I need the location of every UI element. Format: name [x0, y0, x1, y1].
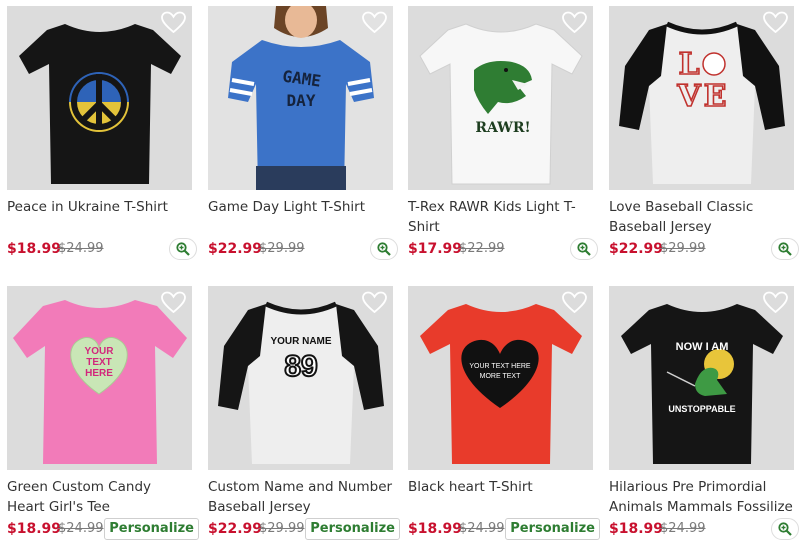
svg-text:YOUR: YOUR [85, 346, 115, 357]
personalize-button[interactable]: Personalize [505, 518, 600, 540]
sale-price: $18.99 [408, 521, 463, 537]
product-card[interactable]: RAWR! T-Rex RAWR Kids Light T-Shirt $17.… [408, 6, 598, 272]
svg-text:UNSTOPPABLE: UNSTOPPABLE [668, 404, 735, 414]
product-card[interactable]: Peace in Ukraine T-Shirt $18.99 $24.99 [7, 6, 197, 272]
sale-price: $22.99 [609, 241, 664, 257]
product-title[interactable]: Custom Name and Number Baseball Jersey [208, 477, 393, 517]
favorite-heart-icon[interactable] [763, 291, 788, 314]
svg-text:MORE TEXT: MORE TEXT [480, 373, 521, 380]
svg-text:RAWR!: RAWR! [475, 120, 530, 136]
product-title[interactable]: Love Baseball Classic Baseball Jersey [609, 197, 794, 237]
svg-text:YOUR NAME: YOUR NAME [270, 336, 331, 347]
product-image[interactable] [7, 6, 192, 190]
original-price: $24.99 [58, 241, 104, 256]
favorite-heart-icon[interactable] [362, 291, 387, 314]
svg-text:V: V [676, 79, 701, 114]
product-title[interactable]: T-Rex RAWR Kids Light T-Shirt [408, 197, 593, 237]
original-price: $29.99 [259, 521, 305, 536]
price-row: $18.99 $24.99 [609, 518, 799, 540]
favorite-heart-icon[interactable] [161, 291, 186, 314]
svg-text:DAY: DAY [287, 91, 316, 110]
product-image[interactable]: YOUR TEXT HERE MORE TEXT [408, 286, 593, 470]
original-price: $22.99 [459, 241, 505, 256]
svg-text:TEXT: TEXT [86, 357, 112, 368]
zoom-in-icon [577, 242, 591, 256]
price-row: $18.99 $24.99 Personalize [408, 518, 600, 540]
quick-view-button[interactable] [370, 238, 398, 260]
sale-price: $18.99 [609, 521, 664, 537]
product-image[interactable]: L V E [609, 6, 794, 190]
original-price: $24.99 [660, 521, 706, 536]
price-row: $18.99 $24.99 Personalize [7, 518, 199, 540]
favorite-heart-icon[interactable] [562, 291, 587, 314]
product-title[interactable]: Black heart T-Shirt [408, 477, 593, 497]
price-row: $18.99 $24.99 [7, 238, 197, 260]
zoom-in-icon [377, 242, 391, 256]
svg-text:NOW I AM: NOW I AM [676, 341, 729, 353]
price-row: $22.99 $29.99 [208, 238, 398, 260]
product-title[interactable]: Hilarious Pre Primordial Animals Mammals… [609, 477, 794, 517]
favorite-heart-icon[interactable] [763, 11, 788, 34]
svg-text:YOUR TEXT HERE: YOUR TEXT HERE [469, 363, 531, 370]
quick-view-button[interactable] [570, 238, 598, 260]
personalize-button[interactable]: Personalize [104, 518, 199, 540]
favorite-heart-icon[interactable] [362, 11, 387, 34]
price-row: $17.99 $22.99 [408, 238, 598, 260]
favorite-heart-icon[interactable] [161, 11, 186, 34]
product-image[interactable]: YOUR NAME 89 [208, 286, 393, 470]
product-card[interactable]: YOUR TEXT HERE Green Custom Candy Heart … [7, 286, 199, 552]
zoom-in-icon [778, 242, 792, 256]
original-price: $24.99 [58, 521, 104, 536]
personalize-button[interactable]: Personalize [305, 518, 400, 540]
zoom-in-icon [778, 522, 792, 536]
sale-price: $18.99 [7, 241, 62, 257]
sale-price: $18.99 [7, 521, 62, 537]
product-card[interactable]: NOW I AM UNSTOPPABLE Hilarious Pre Primo… [609, 286, 799, 552]
product-title[interactable]: Game Day Light T-Shirt [208, 197, 393, 217]
product-title[interactable]: Green Custom Candy Heart Girl's Tee [7, 477, 192, 517]
original-price: $24.99 [459, 521, 505, 536]
sale-price: $17.99 [408, 241, 463, 257]
svg-text:89: 89 [284, 350, 317, 383]
quick-view-button[interactable] [771, 518, 799, 540]
sale-price: $22.99 [208, 521, 263, 537]
original-price: $29.99 [259, 241, 305, 256]
product-grid: Peace in Ukraine T-Shirt $18.99 $24.99 G… [0, 0, 800, 546]
product-title[interactable]: Peace in Ukraine T-Shirt [7, 197, 192, 217]
quick-view-button[interactable] [771, 238, 799, 260]
product-image[interactable]: GAME DAY [208, 6, 393, 190]
product-card[interactable]: GAME DAY Game Day Light T-Shirt $22.99 $… [208, 6, 398, 272]
product-image[interactable]: NOW I AM UNSTOPPABLE [609, 286, 794, 470]
product-card[interactable]: L V E Love Baseball Classic Baseball Jer… [609, 6, 799, 272]
product-card[interactable]: YOUR TEXT HERE MORE TEXT Black heart T-S… [408, 286, 600, 552]
quick-view-button[interactable] [169, 238, 197, 260]
original-price: $29.99 [660, 241, 706, 256]
favorite-heart-icon[interactable] [562, 11, 587, 34]
svg-text:E: E [704, 79, 727, 114]
svg-text:HERE: HERE [85, 368, 113, 379]
svg-text:L: L [678, 47, 699, 82]
product-image[interactable]: YOUR TEXT HERE [7, 286, 192, 470]
sale-price: $22.99 [208, 241, 263, 257]
price-row: $22.99 $29.99 Personalize [208, 518, 400, 540]
product-image[interactable]: RAWR! [408, 6, 593, 190]
price-row: $22.99 $29.99 [609, 238, 799, 260]
product-card[interactable]: YOUR NAME 89 Custom Name and Number Base… [208, 286, 400, 552]
zoom-in-icon [176, 242, 190, 256]
